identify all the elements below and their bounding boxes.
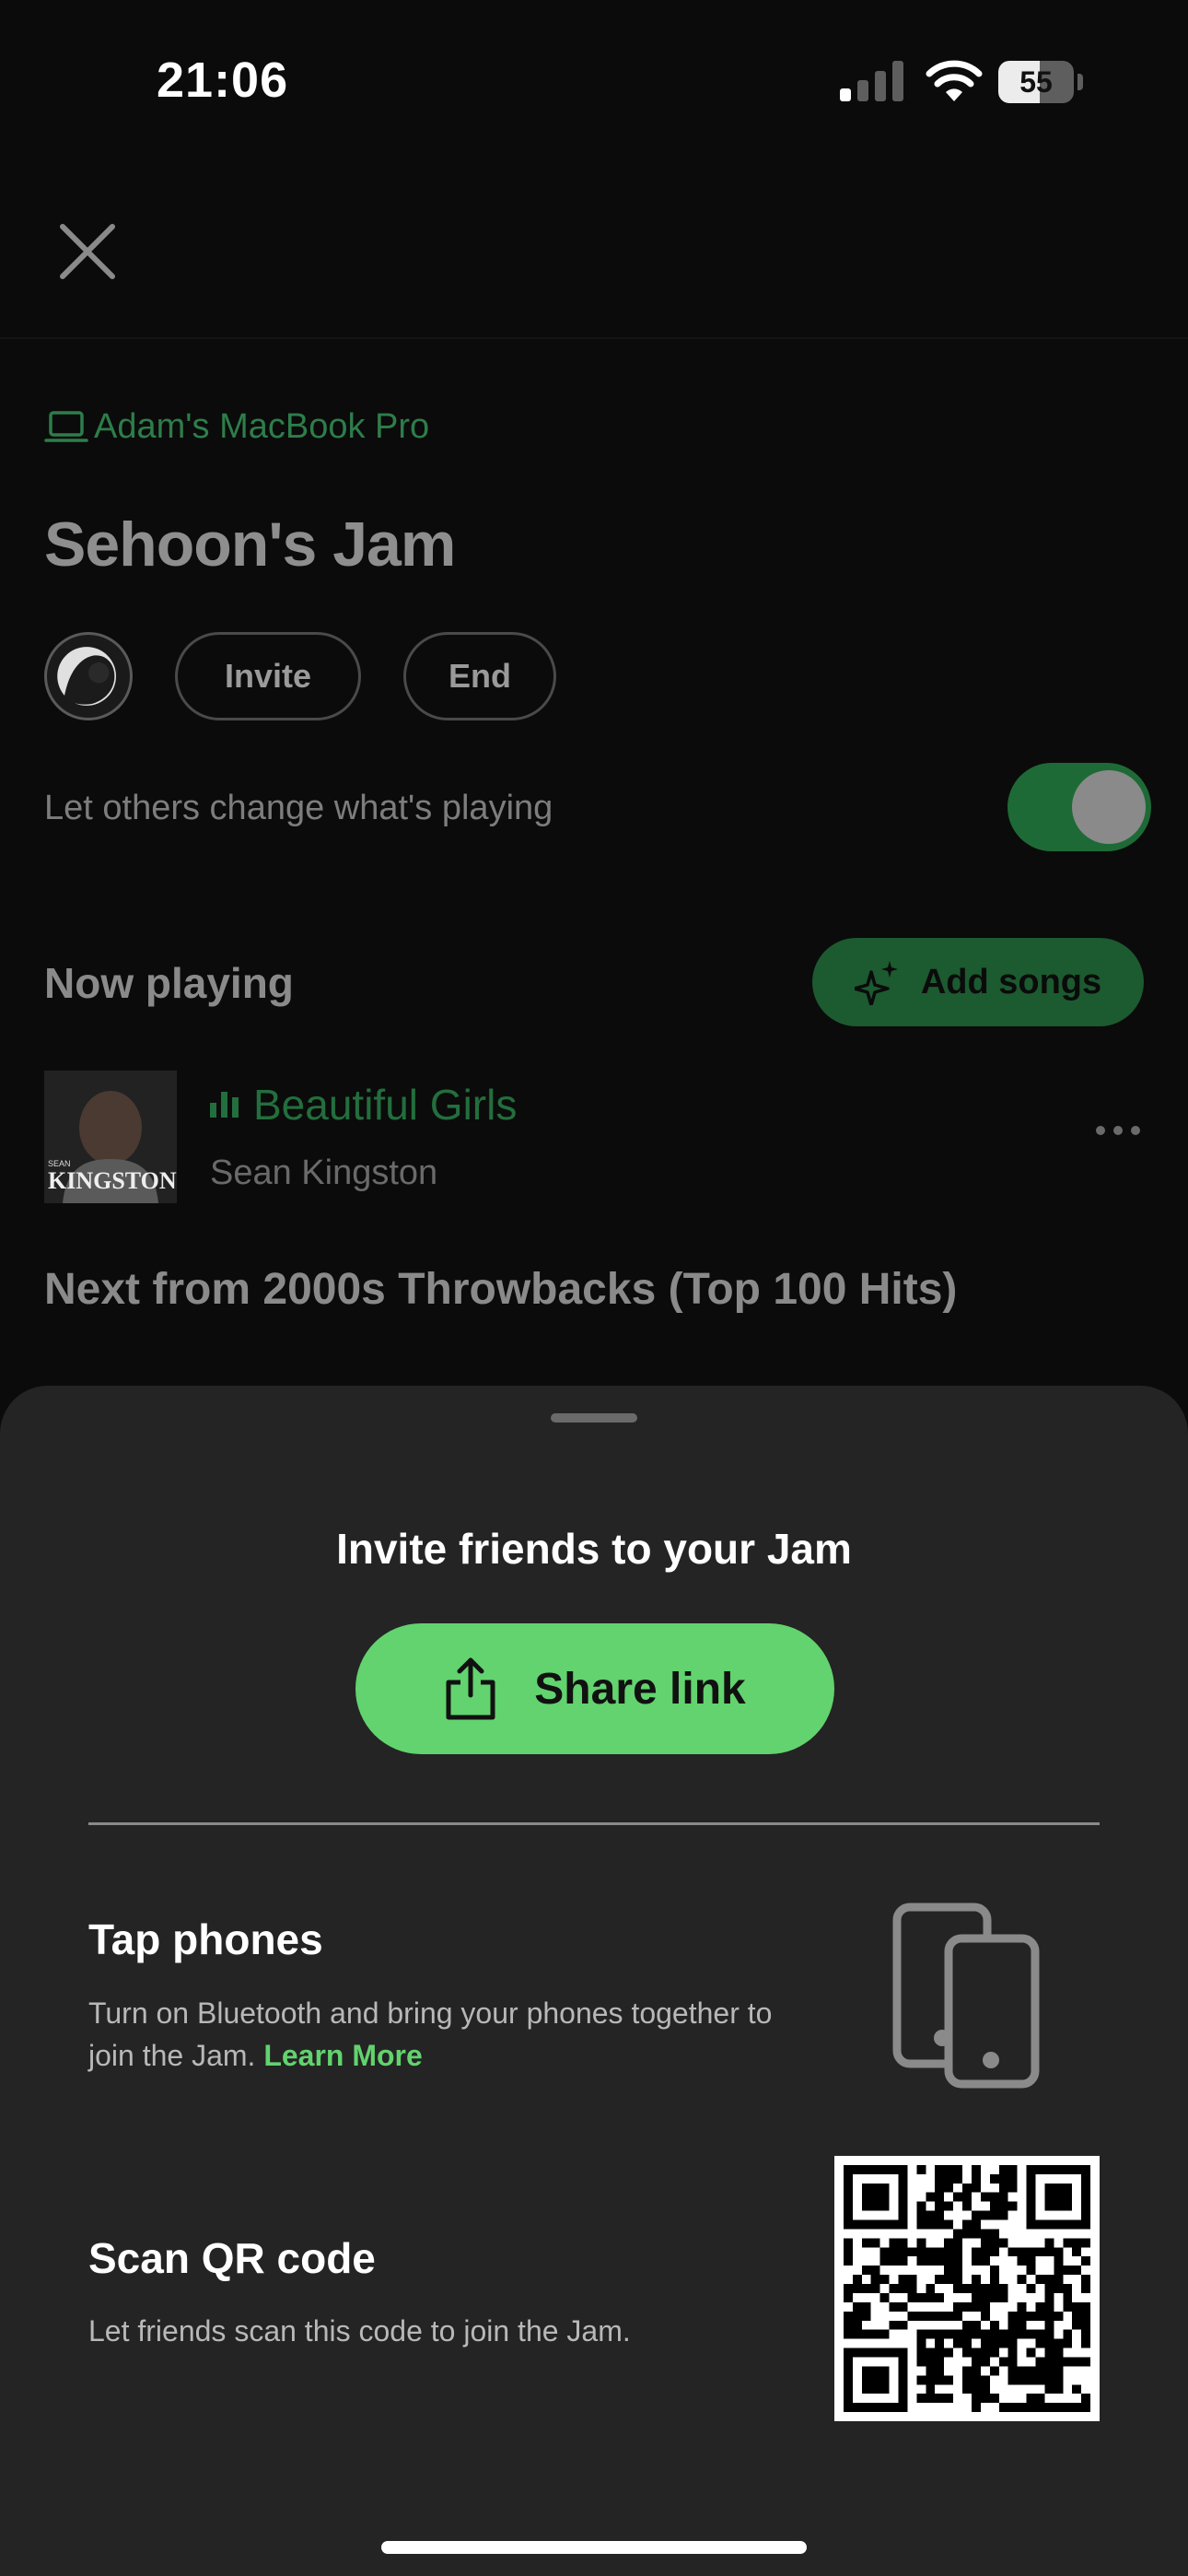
add-songs-label: Add songs bbox=[920, 962, 1102, 1001]
sparkle-icon bbox=[854, 961, 898, 1005]
share-link-button[interactable]: Share link bbox=[355, 1623, 834, 1754]
share-icon bbox=[446, 1657, 495, 1720]
cover-text: KINGSTON bbox=[48, 1167, 177, 1194]
laptop-icon bbox=[44, 410, 88, 442]
end-button[interactable]: End bbox=[403, 632, 556, 720]
avatar[interactable] bbox=[44, 632, 133, 720]
sheet-divider bbox=[88, 1822, 1100, 1825]
jam-title: Sehoon's Jam bbox=[44, 509, 456, 580]
track-title-row[interactable]: Beautiful Girls bbox=[210, 1080, 517, 1130]
learn-more-link[interactable]: Learn More bbox=[263, 2039, 422, 2072]
battery-percent: 55 bbox=[1019, 65, 1053, 99]
permission-label: Let others change what's playing bbox=[44, 789, 553, 827]
connected-device[interactable]: Adam's MacBook Pro bbox=[44, 407, 429, 447]
more-options-icon[interactable] bbox=[1096, 1126, 1147, 1139]
track-title: Beautiful Girls bbox=[253, 1081, 518, 1129]
tap-phones-description: Turn on Bluetooth and bring your phones … bbox=[88, 1992, 807, 2077]
qr-code bbox=[834, 2156, 1100, 2421]
header-divider bbox=[0, 337, 1188, 339]
next-from-heading: Next from 2000s Throwbacks (Top 100 Hits… bbox=[44, 1265, 958, 1314]
add-songs-button[interactable]: Add songs bbox=[812, 938, 1144, 1026]
sheet-title: Invite friends to your Jam bbox=[336, 1525, 852, 1573]
wifi-icon bbox=[926, 60, 983, 101]
battery-indicator: 55 bbox=[998, 61, 1083, 103]
share-link-label: Share link bbox=[534, 1664, 746, 1714]
album-cover: SEAN KINGSTON bbox=[44, 1071, 177, 1203]
invite-button[interactable]: Invite bbox=[175, 632, 361, 720]
scan-qr-description: Let friends scan this code to join the J… bbox=[88, 2314, 631, 2348]
status-time: 21:06 bbox=[157, 53, 289, 108]
scan-qr-title: Scan QR code bbox=[88, 2234, 376, 2282]
equalizer-icon bbox=[210, 1092, 239, 1118]
tap-phones-text: Turn on Bluetooth and bring your phones … bbox=[88, 1996, 773, 2072]
tap-phones-icon bbox=[892, 1903, 1040, 2089]
sheet-drag-handle[interactable] bbox=[551, 1413, 637, 1423]
home-indicator[interactable] bbox=[381, 2541, 807, 2554]
permission-toggle[interactable] bbox=[1007, 763, 1151, 851]
user-avatar-icon bbox=[57, 647, 116, 706]
cellular-signal-icon bbox=[840, 61, 903, 101]
track-artist: Sean Kingston bbox=[210, 1153, 438, 1192]
now-playing-heading: Now playing bbox=[44, 959, 294, 1007]
close-icon[interactable] bbox=[55, 219, 120, 284]
tap-phones-title: Tap phones bbox=[88, 1915, 323, 1963]
device-name: Adam's MacBook Pro bbox=[94, 407, 430, 446]
